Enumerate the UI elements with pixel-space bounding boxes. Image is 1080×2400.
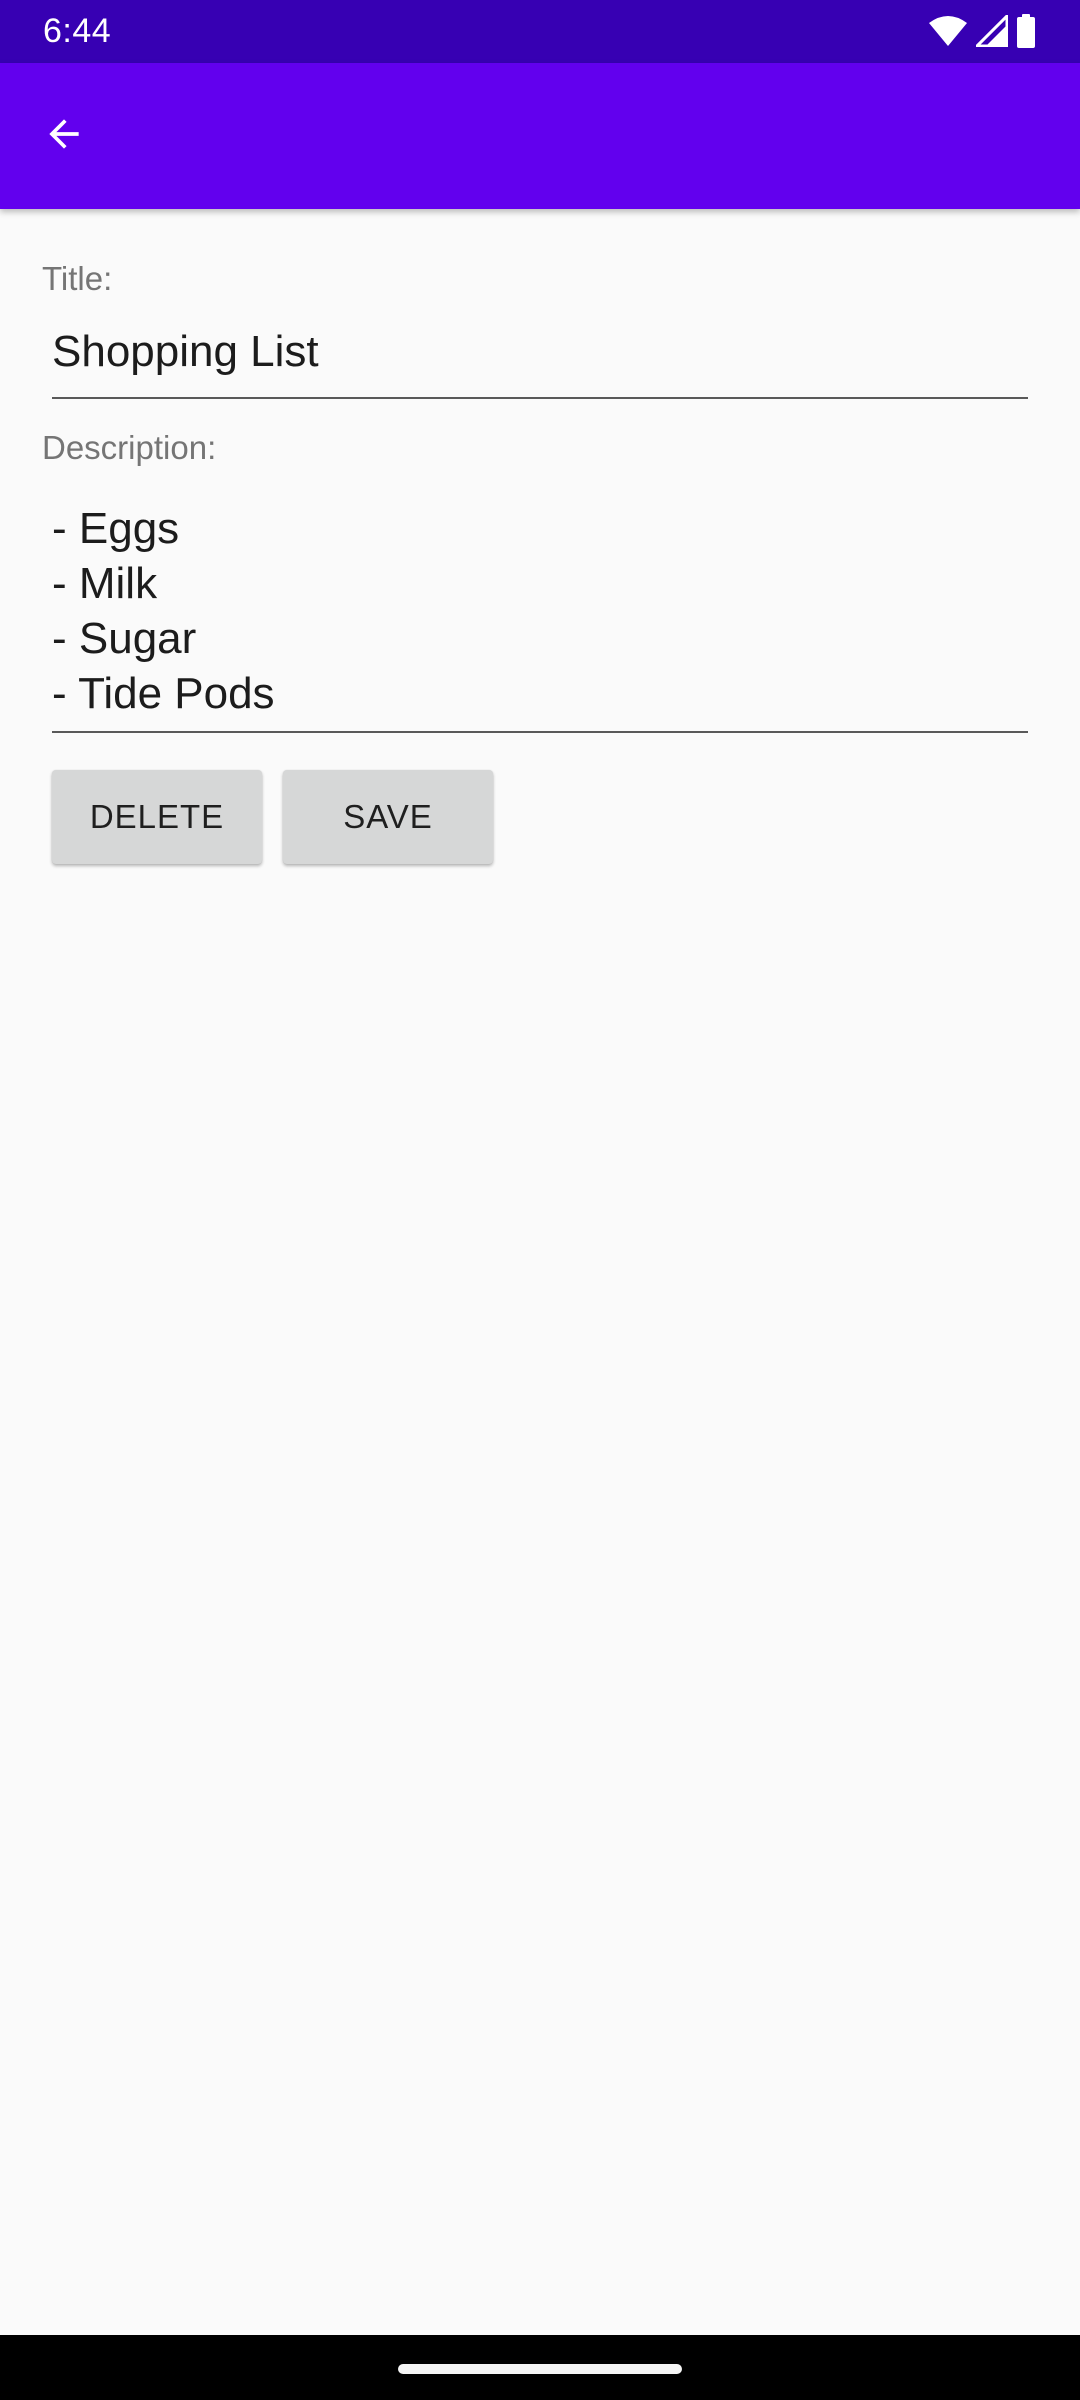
battery-icon [1016, 14, 1036, 48]
navigation-bar [0, 2335, 1080, 2400]
description-label: Description: [42, 429, 217, 466]
title-input[interactable]: Shopping List [52, 324, 1028, 399]
arrow-back-icon [42, 112, 86, 161]
signal-icon [976, 15, 1008, 47]
status-bar: 6:44 [0, 0, 1080, 63]
description-line: - Sugar [52, 614, 197, 663]
save-button[interactable]: SAVE [283, 770, 493, 864]
description-line: - Tide Pods [52, 669, 275, 718]
wifi-icon [928, 15, 968, 47]
home-gesture-handle[interactable] [398, 2364, 682, 2374]
app-bar [0, 63, 1080, 209]
description-input[interactable]: - Eggs - Milk - Sugar - Tide Pods [52, 501, 1028, 733]
delete-button[interactable]: DELETE [52, 770, 262, 864]
status-time: 6:44 [43, 12, 112, 50]
status-icons [928, 14, 1036, 48]
title-label: Title: [42, 260, 113, 297]
description-line: - Milk [52, 559, 158, 608]
description-line: - Eggs [52, 504, 180, 553]
back-button[interactable] [32, 104, 96, 168]
